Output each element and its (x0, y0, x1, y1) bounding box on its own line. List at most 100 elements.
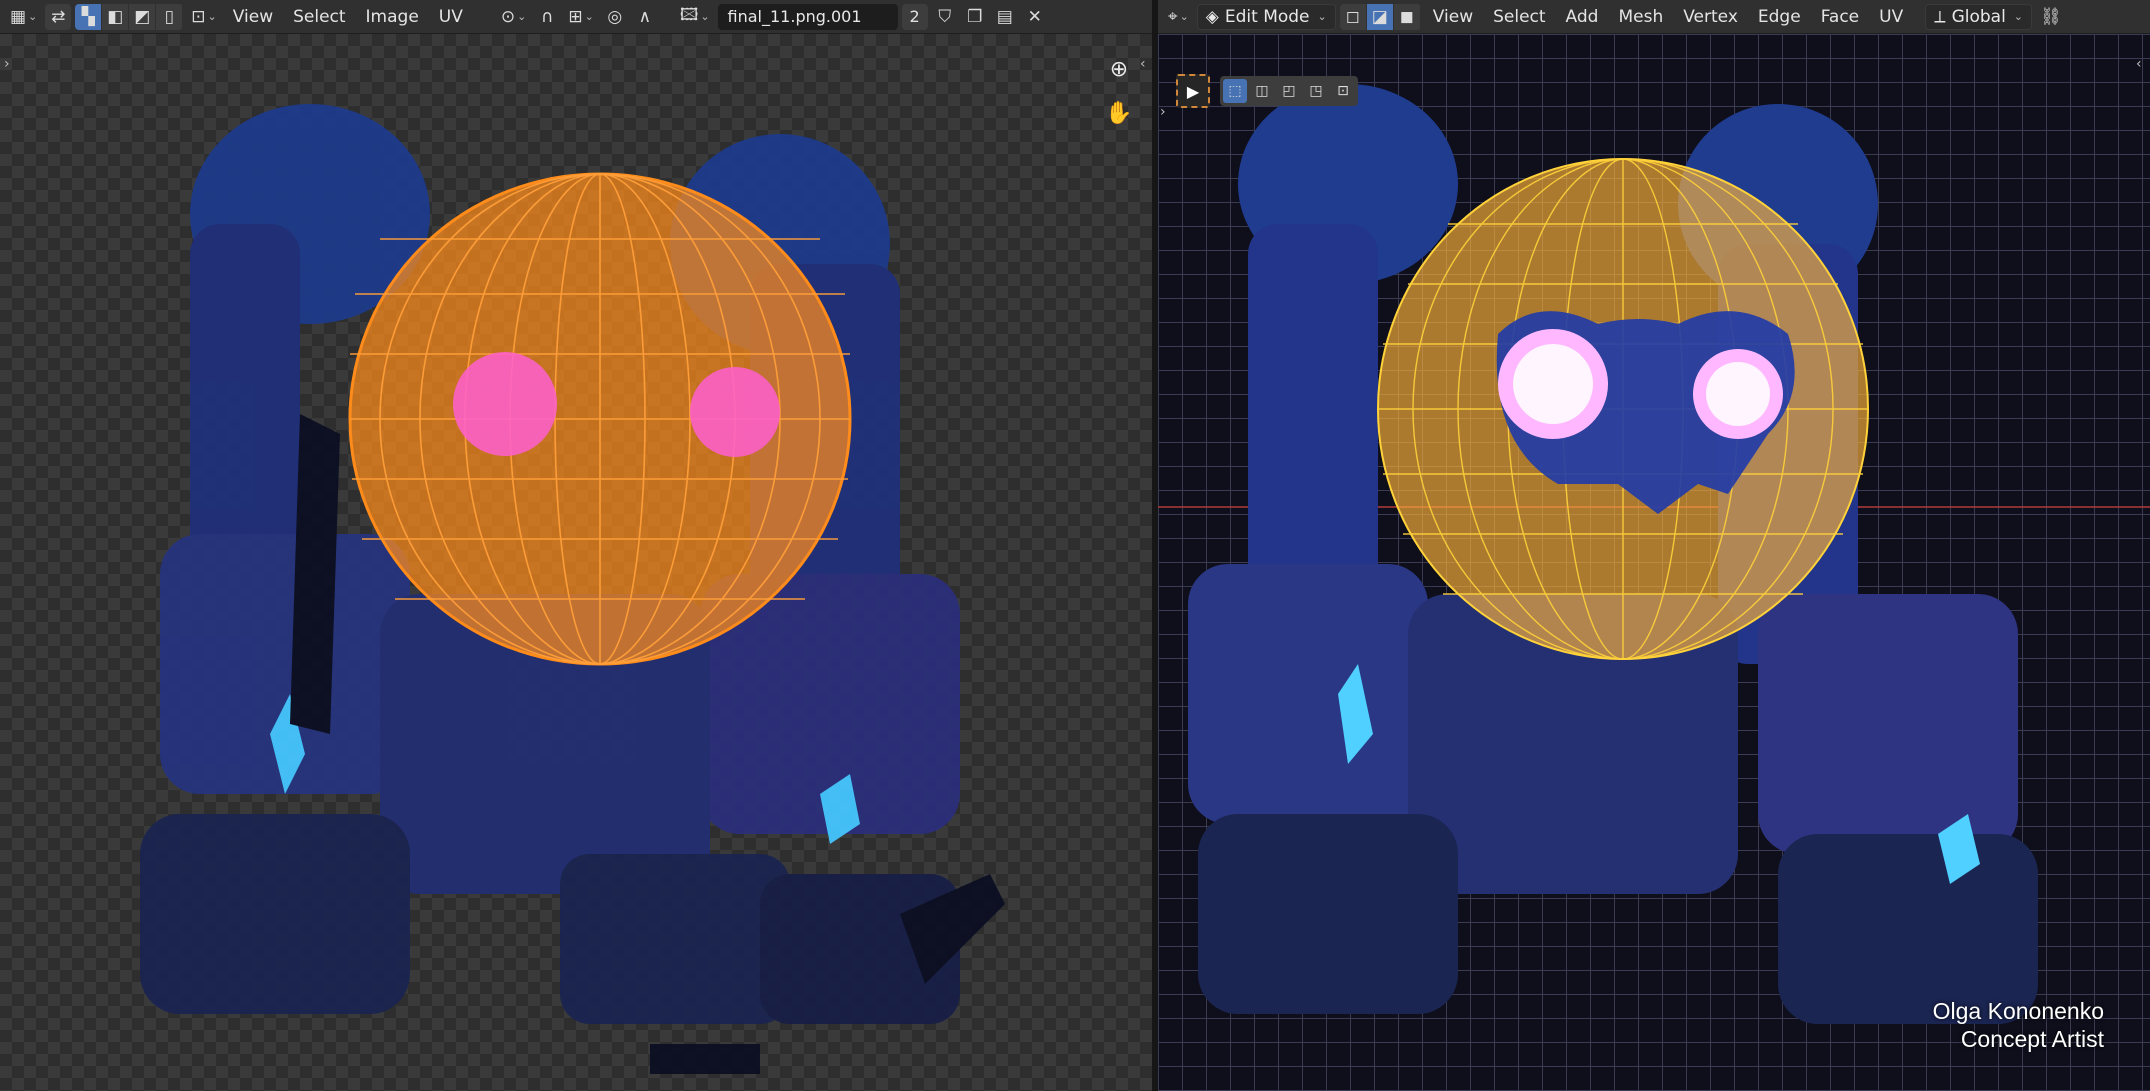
image-name-field[interactable]: final_11.png.001 (717, 3, 898, 30)
pivot-dropdown[interactable]: ⊙ ⌄ (497, 4, 530, 30)
menu-select[interactable]: Select (1485, 4, 1553, 30)
selection-mode-buttons: ⬚ ◫ ◰ ◳ ⊡ (1220, 76, 1358, 106)
image-browse-dropdown[interactable]: 🖾 ⌄ (676, 4, 714, 30)
falloff-curve-icon: ∧ (638, 6, 652, 27)
fake-user-button[interactable]: ⛉ (932, 4, 958, 30)
uv-sphere-island (348, 172, 852, 666)
unlink-image-button[interactable]: ✕ (1022, 4, 1048, 30)
left-eye-texture (453, 352, 557, 456)
pivot-icon: ⊙ (500, 6, 516, 27)
editor-type-button[interactable]: ▦ ⌄ (6, 4, 41, 30)
mesh-select-mode-group: ◻ ◪ ◼ (1339, 3, 1421, 30)
right-eye-texture (690, 367, 780, 457)
island-icon: ▯ (164, 6, 174, 27)
menu-uv[interactable]: UV (1871, 4, 1911, 30)
toolbar-expand-arrow[interactable]: › (4, 56, 10, 72)
open-image-button[interactable]: ▤ (992, 4, 1018, 30)
face-select-mode-button[interactable]: ◼ (1393, 3, 1420, 30)
chevron-down-icon: ⌄ (28, 10, 38, 23)
select-intersect-button[interactable]: ⊡ (1331, 79, 1355, 103)
zoom-in-icon: ⊕ (1109, 56, 1129, 82)
select-extend-icon: ◫ (1255, 83, 1269, 99)
pan-button[interactable]: ✋ (1100, 94, 1138, 132)
right-eye-core (1706, 362, 1770, 426)
proportional-edit-icon: ◎ (607, 6, 623, 27)
vertex-icon: ◻ (1345, 6, 1360, 27)
proportional-edit-toggle[interactable]: ◎ (602, 4, 628, 30)
select-extend-button[interactable]: ◫ (1250, 79, 1274, 103)
zoom-button[interactable]: ⊕ (1100, 50, 1138, 88)
edge-select-button[interactable]: ◧ (102, 3, 129, 30)
menu-add[interactable]: Add (1558, 4, 1607, 30)
chevron-down-icon: ⌄ (700, 10, 710, 23)
falloff-dropdown[interactable]: ∧ (632, 4, 658, 30)
chevron-down-icon: ⌄ (207, 10, 217, 23)
link-icon: ⛓ (2040, 6, 2062, 27)
menu-mesh[interactable]: Mesh (1610, 4, 1671, 30)
vertex-select-mode-button[interactable]: ◻ (1339, 3, 1366, 30)
cursor-icon: ▶ (1186, 81, 1200, 101)
select-new-icon: ⬚ (1228, 83, 1242, 99)
vertex-icon: ▚ (81, 6, 95, 27)
toolbar-expand-arrow[interactable]: › (1160, 104, 1166, 120)
edge-select-mode-button[interactable]: ◪ (1366, 3, 1393, 30)
menu-view[interactable]: View (225, 4, 281, 30)
sticky-selection-dropdown[interactable]: ⊡ ⌄ (187, 4, 220, 30)
close-icon: ✕ (1027, 6, 1042, 27)
select-new-button[interactable]: ⬚ (1223, 79, 1247, 103)
menu-image[interactable]: Image (358, 4, 427, 30)
menu-vertex[interactable]: Vertex (1675, 4, 1746, 30)
viewport-canvas[interactable]: ▶ ⬚ ◫ ◰ ◳ ⊡ › ‹ Olga Kononenko Concept A… (1158, 34, 2150, 1091)
left-eye-core (1513, 344, 1593, 424)
select-subtract-icon: ◰ (1282, 83, 1296, 99)
menu-uv[interactable]: UV (431, 4, 471, 30)
snap-magnet-icon: ∩ (541, 6, 554, 27)
chevron-down-icon: ⌄ (1179, 10, 1189, 23)
artist-role: Concept Artist (1960, 1026, 2104, 1052)
select-difference-button[interactable]: ◳ (1304, 79, 1328, 103)
artist-name: Olga Kononenko (1932, 998, 2104, 1024)
hand-pan-icon: ✋ (1105, 100, 1133, 126)
head-sphere-wireframe (1377, 158, 1869, 660)
uv-select-mode-group: ▚ ◧ ◩ ▯ (75, 3, 183, 30)
mode-dropdown[interactable]: ◈ Edit Mode ⌄ (1196, 3, 1336, 30)
3d-viewport: ⌖ ⌄ ◈ Edit Mode ⌄ ◻ ◪ ◼ View Select Add M… (1158, 0, 2150, 1091)
sidebar-expand-arrow[interactable]: ‹ (2136, 56, 2142, 72)
select-tool-button[interactable]: ▶ (1176, 74, 1210, 108)
viewport-tool-row: ▶ ⬚ ◫ ◰ ◳ ⊡ (1176, 74, 1358, 108)
new-image-button[interactable]: ❐ (962, 4, 988, 30)
snap-grid-icon: ⊞ (568, 6, 583, 27)
sync-icon: ⇄ (51, 6, 66, 27)
face-icon: ◼ (1399, 6, 1414, 27)
duplicate-icon: ❐ (967, 6, 983, 27)
transform-orientation-dropdown[interactable]: ⟂ Global ⌄ (1925, 3, 2033, 30)
face-select-button[interactable]: ◩ (129, 3, 156, 30)
menu-edge[interactable]: Edge (1750, 4, 1809, 30)
chevron-down-icon: ⌄ (584, 10, 594, 23)
viewport-header: ⌖ ⌄ ◈ Edit Mode ⌄ ◻ ◪ ◼ View Select Add M… (1158, 0, 2150, 34)
menu-select[interactable]: Select (285, 4, 353, 30)
uv-editor-header: ▦ ⌄ ⇄ ▚ ◧ ◩ ▯ ⊡ ⌄ View Select Image UV ⊙ ⌄ … (0, 0, 1152, 34)
edge-icon: ◧ (107, 6, 124, 27)
mode-label: Edit Mode (1224, 6, 1310, 27)
select-subtract-button[interactable]: ◰ (1277, 79, 1301, 103)
sticky-select-icon: ⊡ (191, 6, 206, 27)
uv-sync-selection-toggle[interactable]: ⇄ (45, 3, 72, 30)
artist-credit: Olga Kononenko Concept Artist (1933, 997, 2104, 1053)
uv-canvas[interactable]: ⊕ ✋ › ‹ (0, 34, 1152, 1091)
island-select-button[interactable]: ▯ (156, 3, 183, 30)
folder-icon: ▤ (996, 6, 1013, 27)
editor-type-button[interactable]: ⌖ ⌄ (1164, 4, 1193, 30)
chevron-down-icon: ⌄ (2013, 10, 2024, 23)
sidebar-expand-arrow[interactable]: ‹ (1140, 56, 1146, 72)
menu-view[interactable]: View (1425, 4, 1481, 30)
snap-target-dropdown[interactable]: ⊞ ⌄ (564, 4, 597, 30)
link-toggle[interactable]: ⛓ (2036, 4, 2066, 30)
orientation-label: Global (1951, 6, 2006, 27)
vertex-select-button[interactable]: ▚ (75, 3, 102, 30)
image-users-count[interactable]: 2 (901, 3, 928, 30)
chevron-down-icon: ⌄ (1317, 10, 1327, 23)
uv-editor: ▦ ⌄ ⇄ ▚ ◧ ◩ ▯ ⊡ ⌄ View Select Image UV ⊙ ⌄ … (0, 0, 1152, 1091)
menu-face[interactable]: Face (1813, 4, 1867, 30)
snap-toggle[interactable]: ∩ (534, 4, 560, 30)
